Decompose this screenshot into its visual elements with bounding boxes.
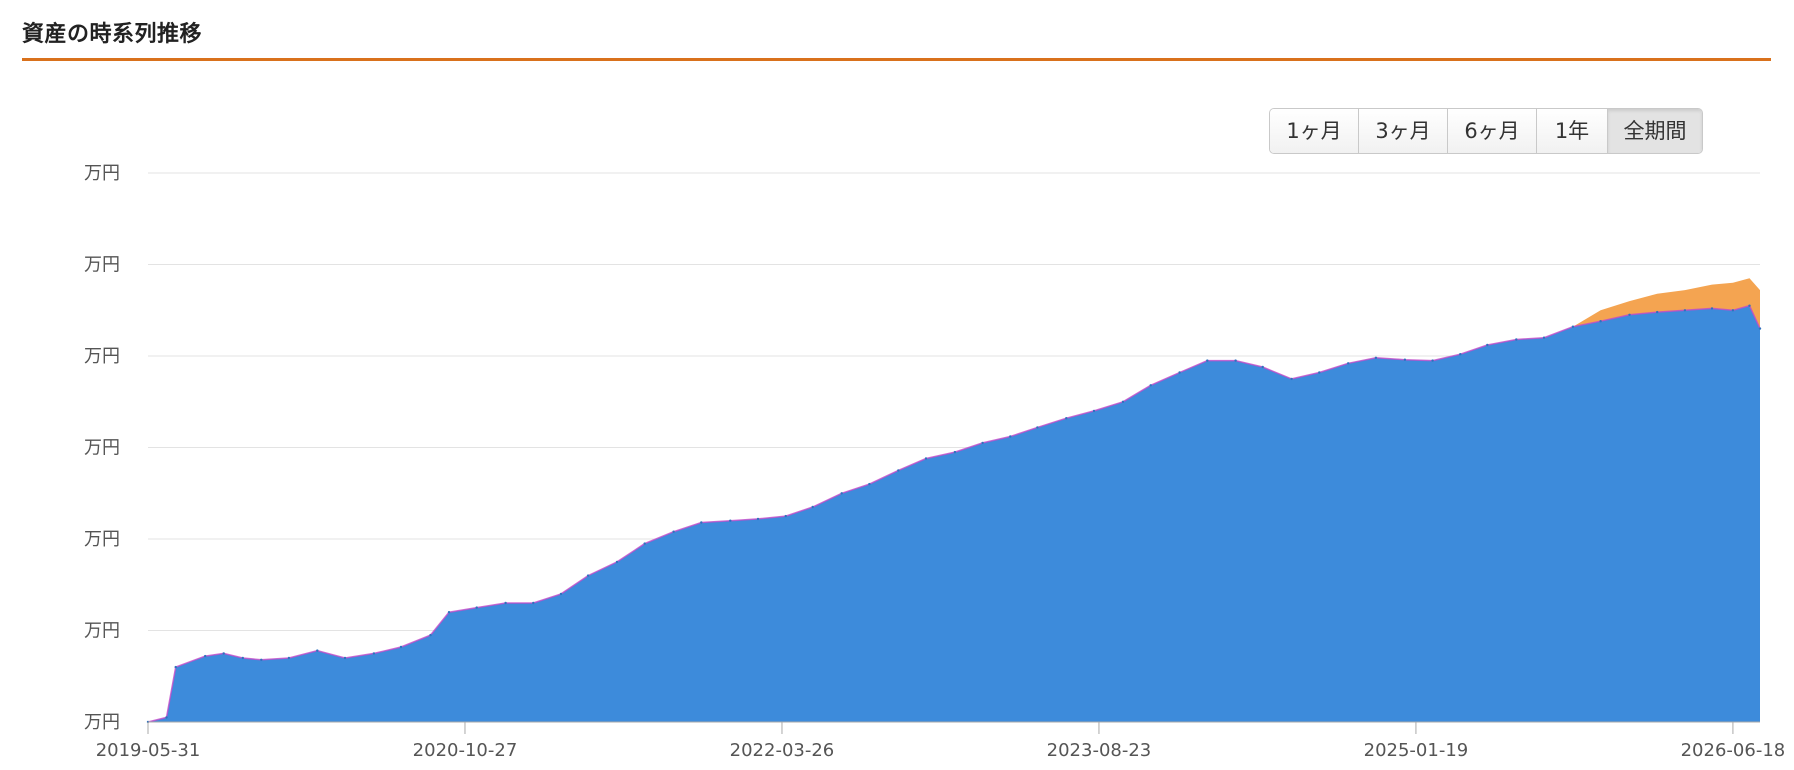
y-tick-label: 万円 [84, 529, 120, 550]
data-point [1374, 356, 1378, 359]
data-point [1290, 377, 1293, 381]
data-point [1571, 325, 1575, 328]
data-point [586, 574, 590, 577]
data-point [1731, 309, 1735, 312]
data-point [1149, 384, 1152, 387]
data-point [1459, 353, 1462, 356]
x-tick-label: 2019-05-31 [96, 740, 201, 761]
data-point [174, 665, 177, 669]
x-tick-label: 2022-03-26 [730, 740, 835, 761]
data-point [1036, 426, 1039, 429]
data-point [287, 656, 291, 660]
data-point [643, 542, 646, 545]
x-tick-label: 2020-10-27 [413, 740, 518, 761]
x-tick-label: 2023-08-23 [1047, 740, 1152, 761]
data-point [1748, 304, 1751, 307]
data-point [1599, 320, 1602, 323]
y-tick-label: 万円 [84, 163, 120, 184]
data-point [1431, 359, 1434, 362]
data-point [372, 652, 376, 655]
data-point [811, 505, 814, 509]
series-area-main [148, 305, 1760, 722]
x-tick-label: 2025-01-19 [1364, 740, 1469, 761]
data-point [1758, 327, 1762, 330]
data-point [1403, 358, 1407, 361]
data-point [222, 652, 225, 655]
y-tick-label: 万円 [84, 438, 120, 459]
y-tick-label: 万円 [84, 621, 120, 642]
data-point [953, 450, 957, 454]
data-point [559, 592, 563, 596]
asset-timeseries-chart: 万円万円万円万円万円万円万円2019-05-31 2020-10-27 2022-0… [84, 163, 1786, 761]
data-point [504, 601, 507, 605]
data-point [1206, 359, 1209, 362]
data-point [1178, 371, 1181, 374]
data-point [1683, 309, 1687, 312]
data-point [700, 521, 703, 524]
data-point [840, 492, 843, 495]
data-point [1542, 336, 1546, 339]
x-tick-label: 2026-06-18 [1681, 740, 1786, 761]
data-point [429, 633, 432, 637]
data-point [1009, 435, 1012, 438]
data-point [1121, 400, 1125, 403]
data-point [729, 519, 732, 522]
data-point [1261, 365, 1264, 369]
data-point [1318, 371, 1321, 374]
data-point [475, 606, 478, 609]
data-point [756, 517, 760, 521]
data-point [1656, 310, 1659, 314]
data-point [672, 530, 675, 533]
data-point [784, 514, 787, 518]
data-point [1234, 359, 1237, 362]
data-point [316, 649, 319, 652]
data-point [868, 482, 871, 486]
data-point [981, 441, 984, 445]
data-point [924, 457, 928, 460]
data-point [1515, 338, 1518, 341]
data-point [1710, 307, 1714, 310]
data-point [1347, 362, 1350, 365]
y-tick-label: 万円 [84, 255, 120, 276]
data-point [165, 716, 168, 719]
data-point [343, 656, 347, 660]
data-point [1628, 313, 1631, 316]
data-point [447, 611, 451, 614]
data-point [204, 654, 207, 658]
data-point [241, 656, 244, 660]
data-point [260, 658, 263, 661]
y-tick-label: 万円 [84, 712, 120, 733]
data-point [1065, 417, 1068, 420]
data-point [399, 645, 403, 649]
data-point [532, 601, 535, 605]
y-tick-label: 万円 [84, 346, 120, 367]
data-point [1486, 343, 1489, 347]
data-point [615, 560, 619, 564]
data-point [897, 469, 900, 472]
data-point [1092, 409, 1096, 413]
